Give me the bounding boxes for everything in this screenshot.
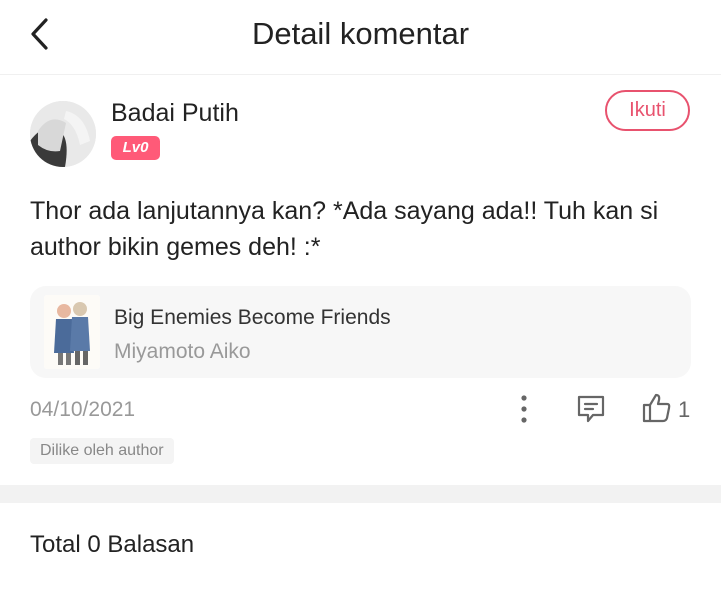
more-options-button[interactable]	[512, 394, 536, 424]
page-title: Detail komentar	[251, 16, 470, 51]
avatar[interactable]	[30, 101, 96, 167]
book-title: Big Enemies Become Friends	[114, 306, 391, 329]
thumbs-up-icon	[642, 393, 671, 423]
like-button[interactable]	[640, 391, 674, 425]
top-bar: Detail komentar	[0, 0, 721, 75]
level-badge: Lv0	[111, 136, 160, 160]
username[interactable]: Badai Putih	[111, 99, 239, 128]
book-card[interactable]: Big Enemies Become Friends Miyamoto Aiko	[30, 286, 691, 378]
follow-button[interactable]: Ikuti	[605, 90, 690, 131]
reply-button[interactable]	[574, 392, 608, 426]
total-replies: Total 0 Balasan	[30, 531, 195, 558]
comment-text: Thor ada lanjutannya kan? *Ada sayang ad…	[30, 197, 659, 261]
comment-date: 04/10/2021	[30, 398, 136, 421]
book-author: Miyamoto Aiko	[114, 340, 251, 363]
like-count: 1	[678, 397, 691, 422]
comment-detail: Badai Putih Lv0 Ikuti Thor ada lanjutann…	[0, 75, 721, 485]
avatar-image	[30, 101, 96, 167]
section-divider	[0, 485, 721, 503]
comment-icon	[577, 395, 605, 423]
more-vertical-icon	[521, 395, 527, 423]
liked-by-author-badge: Dilike oleh author	[30, 438, 174, 464]
book-cover	[44, 295, 100, 369]
